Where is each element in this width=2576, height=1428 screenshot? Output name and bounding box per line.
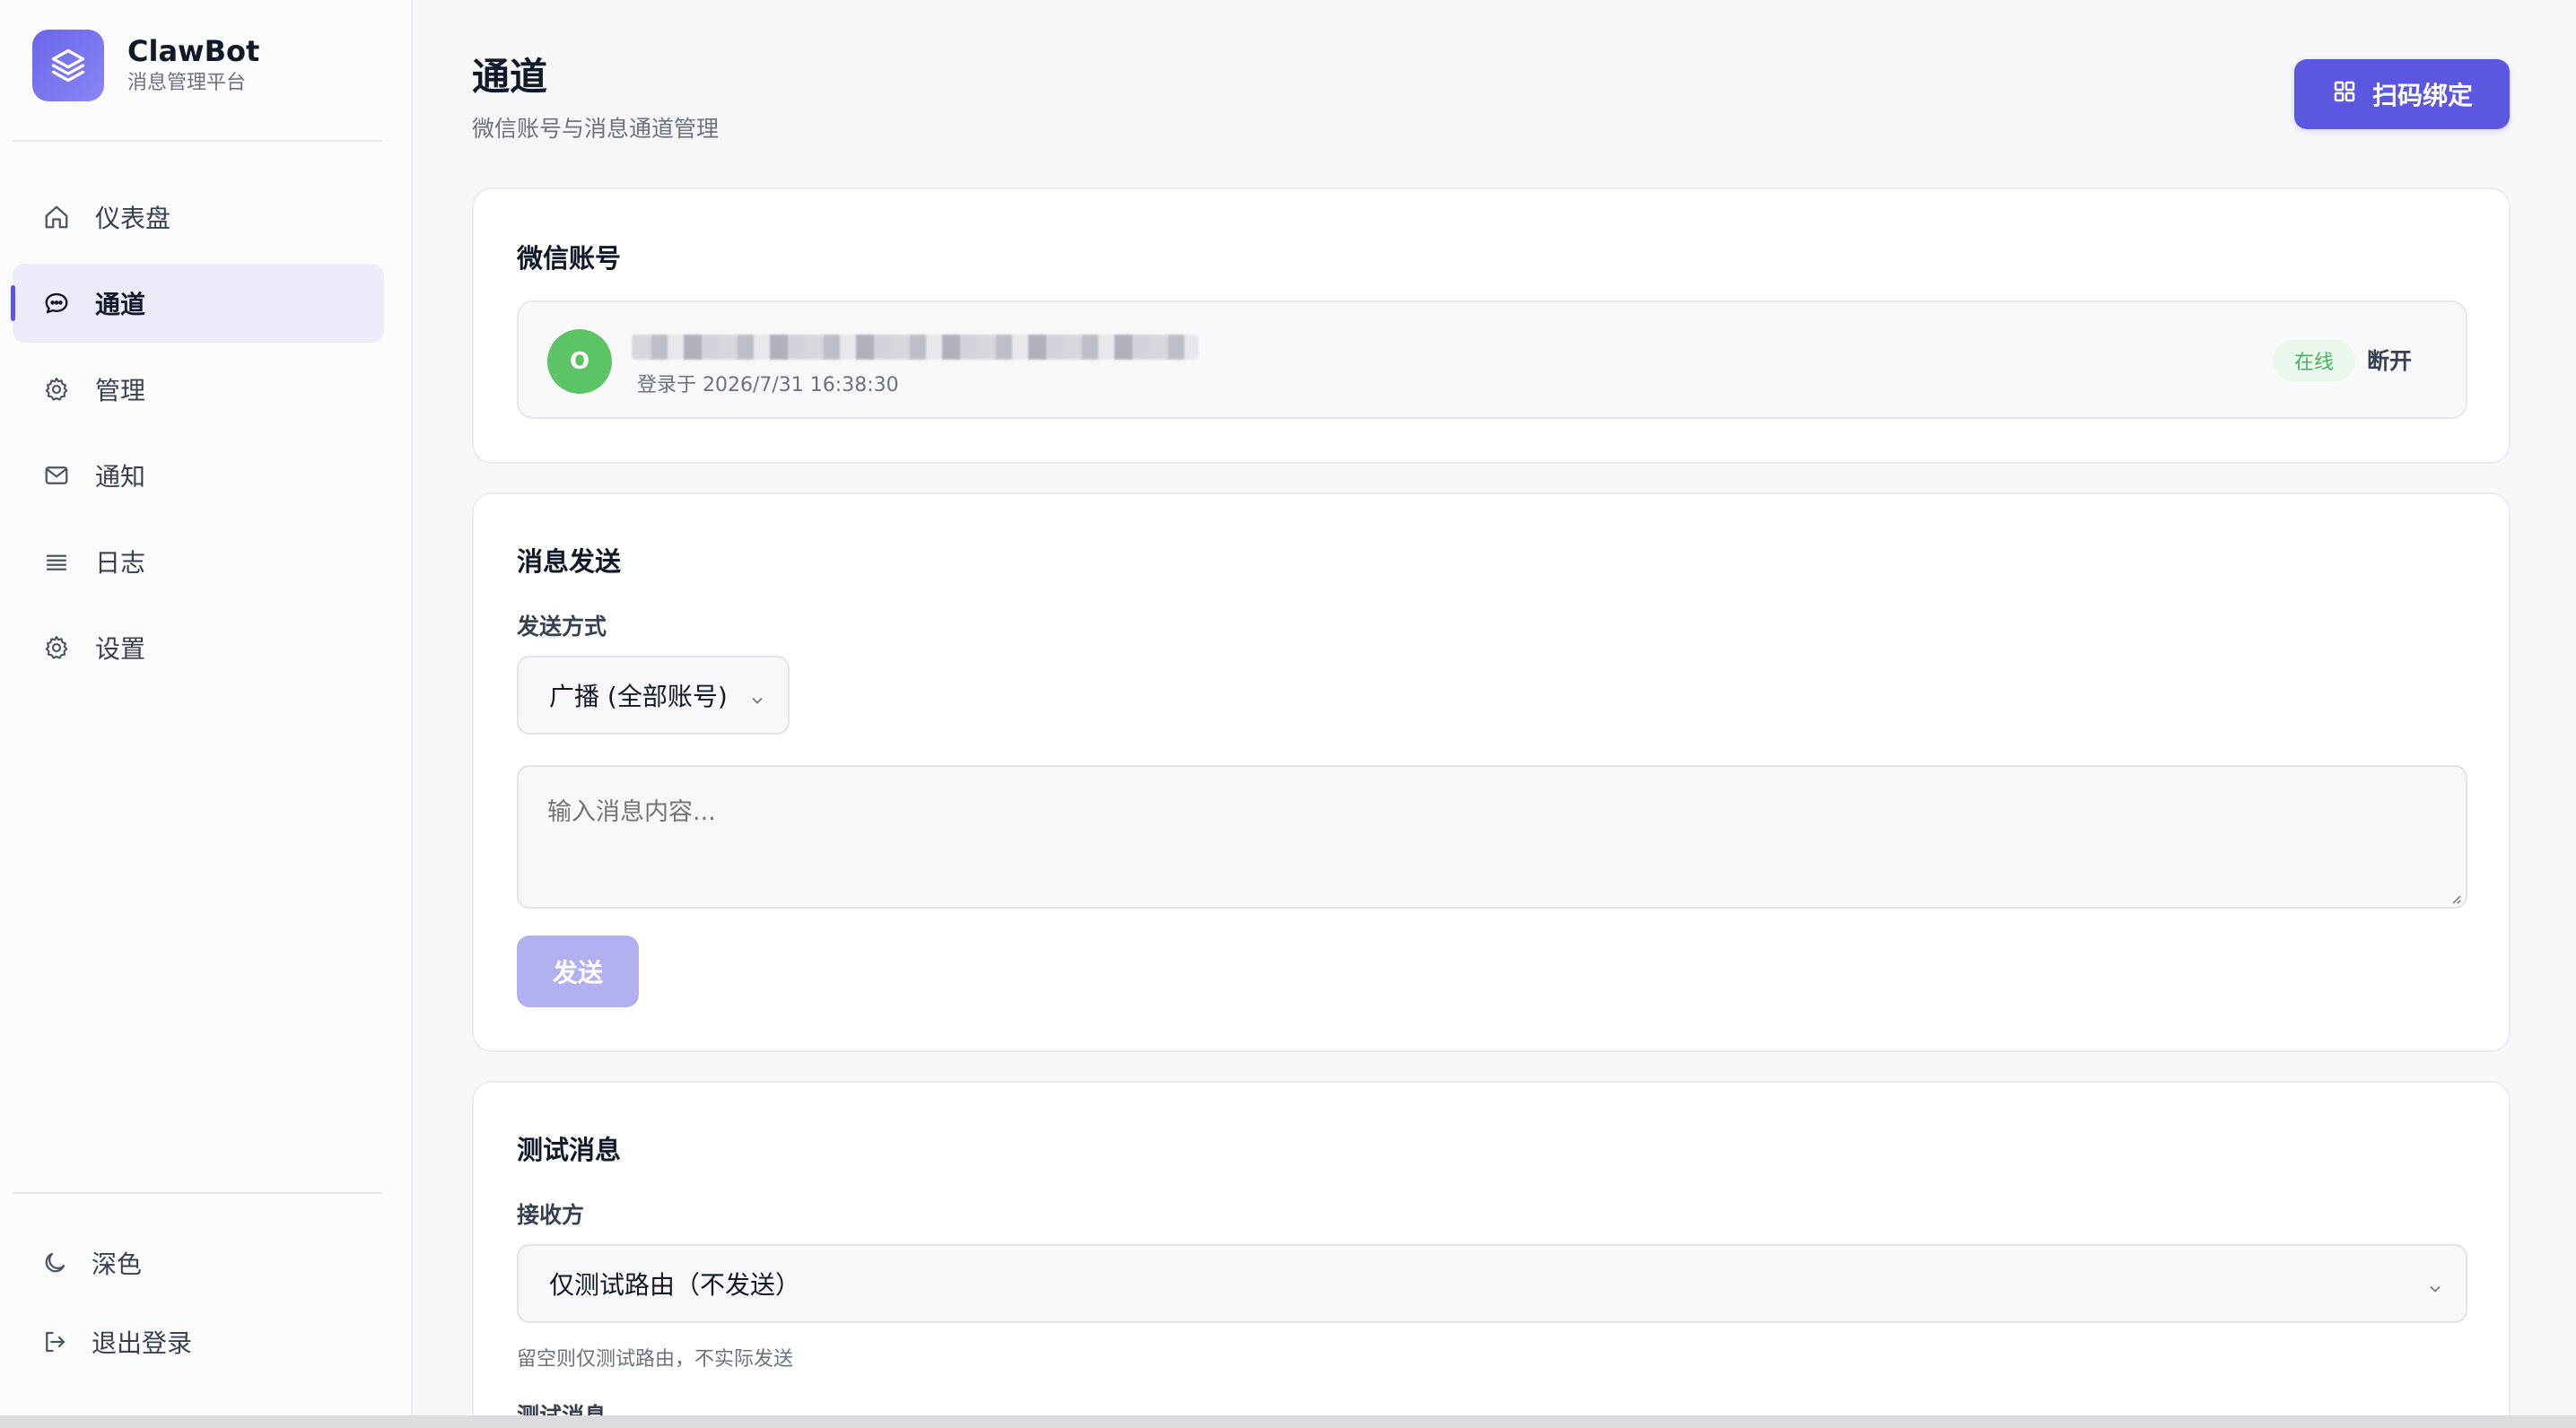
- logout-icon: [39, 1327, 70, 1357]
- logout-label: 退出登录: [92, 1328, 193, 1358]
- chat-icon: [41, 288, 72, 318]
- send-method-select[interactable]: 广播 (全部账号): [517, 656, 790, 735]
- sidebar-item-label: 仪表盘: [95, 204, 171, 233]
- layers-icon: [32, 30, 104, 101]
- home-icon: [41, 202, 72, 232]
- card-title: 测试消息: [517, 1135, 622, 1165]
- brand-subtitle: 消息管理平台: [127, 72, 247, 94]
- mail-icon: [41, 460, 72, 491]
- chevron-down-icon: [2426, 1275, 2444, 1293]
- scan-bind-label: 扫码绑定: [2371, 81, 2473, 110]
- receiver-value: 仅测试路由（不发送）: [549, 1270, 801, 1300]
- sidebar: ClawBot 消息管理平台 仪表盘 通道 管理 通知 日志 设置 深色 退出登…: [0, 0, 413, 1417]
- qr-grid-icon: [2331, 78, 2358, 111]
- sidebar-divider: [13, 140, 382, 142]
- disconnect-button[interactable]: 断开: [2367, 344, 2412, 376]
- sidebar-item-management[interactable]: 管理: [13, 350, 384, 429]
- card-title: 微信账号: [517, 243, 622, 274]
- wechat-accounts-card: 微信账号 O 登录于 2026/7/31 16:38:30 在线 断开: [472, 187, 2511, 464]
- receiver-hint: 留空则仅测试路由，不实际发送: [517, 1348, 794, 1371]
- moon-icon: [39, 1248, 70, 1278]
- sidebar-nav: 仪表盘 通道 管理 通知 日志 设置: [11, 178, 384, 694]
- send-method-label: 发送方式: [517, 614, 607, 640]
- receiver-label: 接收方: [517, 1202, 585, 1228]
- theme-toggle-label: 深色: [92, 1250, 143, 1279]
- receiver-select[interactable]: 仅测试路由（不发送）: [517, 1244, 2467, 1323]
- sidebar-item-notifications[interactable]: 通知: [13, 436, 384, 515]
- sidebar-item-label: 通知: [95, 462, 146, 492]
- avatar: O: [547, 329, 612, 394]
- card-title: 消息发送: [517, 546, 622, 577]
- status-badge: 在线: [2273, 340, 2355, 381]
- account-row: O 登录于 2026/7/31 16:38:30 在线 断开: [517, 300, 2467, 419]
- logout-button[interactable]: 退出登录: [39, 1320, 192, 1363]
- account-name-redacted: [632, 335, 1199, 360]
- page-subtitle: 微信账号与消息通道管理: [472, 116, 720, 142]
- login-time: 登录于 2026/7/31 16:38:30: [637, 374, 899, 396]
- sidebar-item-dashboard[interactable]: 仪表盘: [13, 178, 384, 257]
- chevron-down-icon: [748, 686, 766, 704]
- sidebar-item-label: 日志: [95, 548, 146, 578]
- sidebar-item-label: 设置: [95, 634, 146, 664]
- theme-toggle[interactable]: 深色: [39, 1241, 142, 1284]
- sidebar-item-label: 通道: [95, 290, 146, 319]
- resize-handle-icon[interactable]: [2448, 891, 2462, 905]
- gear-icon: [41, 632, 72, 663]
- window-bottom-edge: [0, 1415, 2576, 1428]
- sidebar-item-label: 管理: [95, 376, 146, 405]
- brand[interactable]: ClawBot 消息管理平台: [32, 30, 259, 101]
- send-button[interactable]: 发送: [517, 936, 639, 1007]
- sidebar-item-settings[interactable]: 设置: [13, 608, 384, 687]
- message-send-card: 消息发送 发送方式 广播 (全部账号) 发送: [472, 492, 2511, 1052]
- list-icon: [41, 546, 72, 577]
- brand-name: ClawBot: [127, 34, 260, 68]
- scan-bind-button[interactable]: 扫码绑定: [2294, 59, 2510, 129]
- page-title: 通道: [472, 55, 548, 99]
- test-message-card: 测试消息 接收方 仅测试路由（不发送） 留空则仅测试路由，不实际发送 测试消息: [472, 1081, 2511, 1428]
- main-content: 通道 微信账号与消息通道管理 扫码绑定 微信账号 O 登录于 2026/7/31…: [415, 0, 2576, 1428]
- sidebar-item-logs[interactable]: 日志: [13, 522, 384, 601]
- send-method-value: 广播 (全部账号): [549, 682, 728, 711]
- sidebar-item-channels[interactable]: 通道: [11, 264, 384, 343]
- gear-icon: [41, 374, 72, 405]
- message-input[interactable]: [517, 765, 2467, 909]
- sidebar-divider-bottom: [13, 1192, 382, 1194]
